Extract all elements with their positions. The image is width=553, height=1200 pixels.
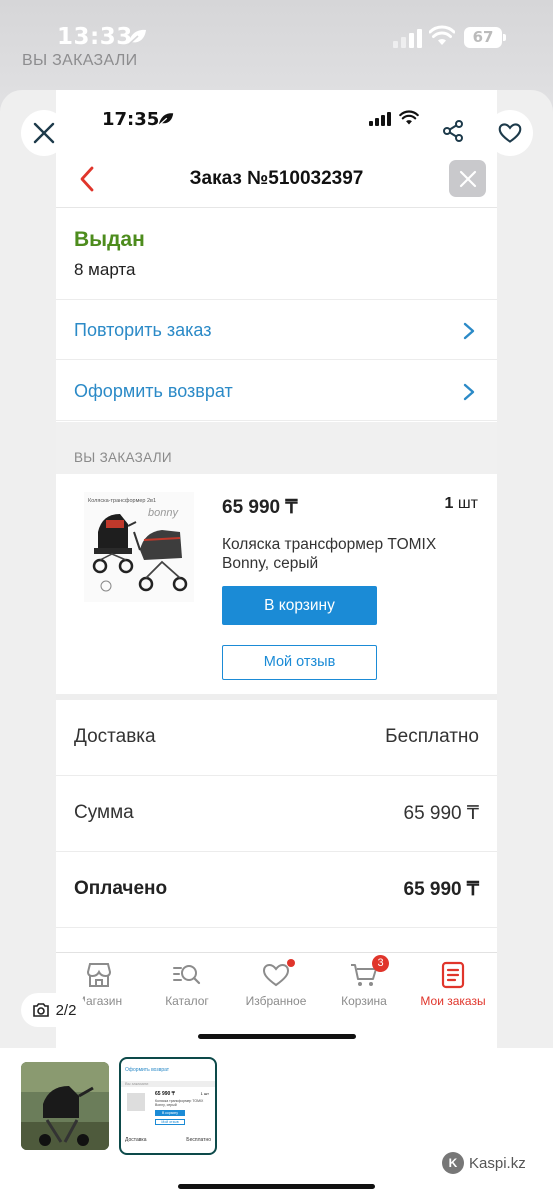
mini-section-label: Вы заказали [125, 1081, 149, 1086]
leaf-icon [158, 113, 174, 126]
order-status: Выдан 8 марта [56, 208, 497, 300]
product-price: 65 990 ₸ [222, 497, 298, 518]
chevron-right-icon [463, 322, 475, 340]
watermark-text: Kaspi.kz [469, 1154, 526, 1172]
stroller-picture: Коляска-трансформер 2в1 bonny [84, 492, 194, 602]
summary-row-paid: Оплачено 65 990 ₸ [56, 852, 497, 928]
thumbnail-photo-1[interactable] [21, 1062, 109, 1150]
thumbnail-screenshot-2[interactable]: Оформить возврат Вы заказали 65 990 ₸ 1 … [119, 1057, 217, 1155]
order-header: Заказ №510032397 [56, 150, 497, 208]
close-icon [459, 170, 476, 187]
wifi-icon [399, 110, 419, 125]
ghost-section-title: ВЫ ЗАКАЗАЛИ [22, 52, 138, 69]
summary-value: 65 990 ₸ [403, 879, 479, 900]
mini-action-label: Оформить возврат [125, 1067, 170, 1073]
mini-delivery: Доставка [125, 1137, 147, 1143]
favorites-dot [287, 959, 295, 967]
my-review-button[interactable]: Мой отзыв [222, 645, 377, 680]
signal-icon [393, 28, 422, 48]
status-date: 8 марта [74, 260, 136, 279]
battery-indicator: 67 [464, 27, 506, 48]
counter-text: 2/2 [55, 1001, 77, 1019]
quantity-number: 1 [444, 495, 454, 512]
add-to-cart-button[interactable]: В корзину [222, 586, 377, 625]
dismiss-button[interactable] [449, 160, 486, 197]
wifi-icon [429, 25, 455, 45]
summary-label: Оплачено [74, 878, 168, 899]
stroller-photo [21, 1062, 109, 1150]
summary-value: 65 990 ₸ [403, 803, 479, 824]
return-order-label: Оформить возврат [74, 381, 233, 401]
return-order-link[interactable]: Оформить возврат [56, 361, 497, 421]
inner-status-bar: 17:35 [56, 90, 497, 150]
summary-value: Бесплатно [385, 726, 479, 747]
kaspi-logo-icon: K [442, 1152, 464, 1174]
mini-name: Коляска трансформер TOMIX Bonny, серый [155, 1099, 204, 1107]
mini-review: Мой отзыв [155, 1119, 185, 1125]
summary-label: Доставка [74, 726, 156, 747]
page-title: Заказ №510032397 [189, 168, 364, 189]
tab-favorites[interactable]: Избранное [231, 959, 321, 1008]
outer-home-indicator [178, 1184, 375, 1189]
kaspi-watermark: K Kaspi.kz [442, 1152, 526, 1174]
tab-my-orders[interactable]: Мои заказы [408, 961, 497, 1008]
inner-clock: 17:35 [102, 109, 160, 130]
product-name[interactable]: Коляска трансформер TOMIX Bonny, серый [222, 535, 472, 573]
favorite-button[interactable] [487, 110, 533, 156]
image-brand: bonny [148, 507, 179, 519]
summary-label: Сумма [74, 802, 134, 823]
quantity-unit: шт [457, 495, 478, 512]
cart-badge: 3 [372, 955, 389, 972]
ordered-section-header: ВЫ ЗАКАЗАЛИ [56, 422, 497, 474]
chevron-right-icon [463, 383, 475, 401]
share-button[interactable] [432, 110, 474, 152]
heart-icon [498, 123, 522, 143]
tab-label: Мои заказы [420, 994, 486, 1008]
mini-price: 65 990 ₸ [155, 1091, 175, 1097]
share-icon [443, 120, 463, 142]
leaf-icon [127, 29, 146, 46]
tab-cart[interactable]: 3 Корзина [319, 955, 409, 1008]
tab-label: Корзина [341, 994, 387, 1008]
outer-clock: 13:33 [57, 24, 133, 50]
tab-label: Каталог [165, 994, 209, 1008]
photo-counter: 2/2 [21, 993, 87, 1027]
status-label: Выдан [74, 228, 145, 251]
repeat-order-label: Повторить заказ [74, 320, 212, 340]
mini-cart: В корзину [155, 1110, 185, 1116]
mini-delivery-value: Бесплатно [186, 1137, 211, 1143]
repeat-order-link[interactable]: Повторить заказ [56, 300, 497, 360]
shop-icon [86, 963, 112, 987]
product-image[interactable]: Коляска-трансформер 2в1 bonny [84, 492, 194, 602]
favorites-heart-icon [262, 963, 290, 987]
section-title: ВЫ ЗАКАЗАЛИ [74, 450, 172, 465]
close-icon [33, 122, 55, 144]
order-screenshot: 17:35 Заказ №510032397 Выдан 8 марта Пов… [56, 90, 497, 1048]
product-card: Коляска-трансформер 2в1 bonny 65 990 ₸ 1… [56, 474, 497, 694]
inner-home-indicator [198, 1034, 356, 1039]
summary-row-sum: Сумма 65 990 ₸ [56, 776, 497, 852]
summary-row-delivery: Доставка Бесплатно [56, 700, 497, 776]
tab-catalog[interactable]: Каталог [142, 961, 232, 1008]
catalog-search-icon [173, 965, 201, 985]
tab-label: Избранное [245, 994, 307, 1008]
mini-qty: 1 шт [200, 1091, 209, 1096]
camera-icon [32, 1003, 49, 1017]
orders-list-icon [441, 961, 465, 989]
signal-icon [369, 112, 391, 126]
image-caption: Коляска-трансформер 2в1 [88, 498, 156, 504]
product-quantity: 1 шт [444, 495, 478, 513]
